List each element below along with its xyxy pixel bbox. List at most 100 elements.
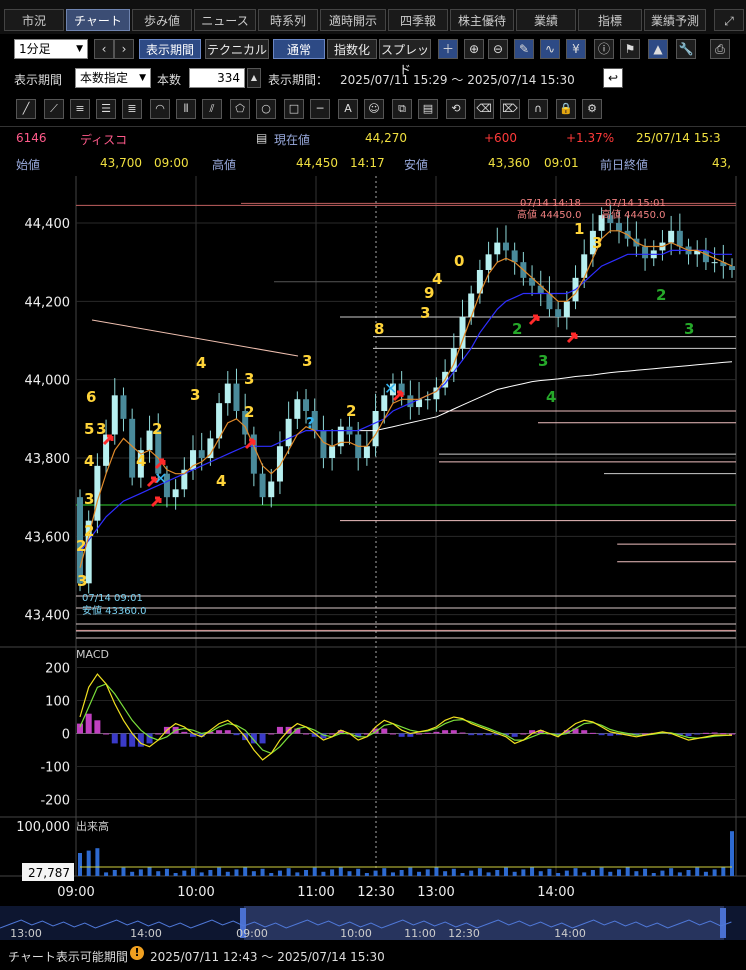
paste-tool-icon[interactable]: ▤ bbox=[418, 99, 438, 119]
expand-icon[interactable]: ⤢ bbox=[714, 9, 744, 31]
signal-number: 3 bbox=[302, 352, 312, 370]
text-tool-icon[interactable]: A bbox=[338, 99, 358, 119]
price-tick-label: 44,400 bbox=[25, 217, 71, 232]
signal-number: 4 bbox=[216, 472, 226, 490]
volume-bar bbox=[573, 868, 578, 876]
prev-arrow-icon[interactable]: ‹ bbox=[94, 39, 114, 59]
info-icon[interactable]: ⓘ bbox=[594, 39, 614, 59]
magnet-tool-icon[interactable]: ∩ bbox=[528, 99, 548, 119]
macd-tick-label: -200 bbox=[40, 794, 70, 809]
signal-number: 2 bbox=[84, 522, 94, 540]
tab-earnings[interactable]: 業績 bbox=[516, 9, 576, 31]
volume-bar bbox=[590, 870, 595, 876]
overview-time-label: 13:00 bbox=[10, 927, 42, 940]
tab-chart[interactable]: チャート bbox=[66, 9, 130, 31]
normal-button[interactable]: 通常 bbox=[273, 39, 325, 59]
macd-hist-bar bbox=[442, 730, 449, 734]
fan-tool-icon[interactable]: ◠ bbox=[150, 99, 170, 119]
redraw-tool-icon[interactable]: ⟲ bbox=[446, 99, 466, 119]
volume-bar bbox=[521, 869, 526, 876]
candle-body bbox=[459, 317, 466, 349]
volume-bar bbox=[373, 870, 378, 876]
line-chart-icon[interactable]: ∿ bbox=[540, 39, 560, 59]
overview-time-label: 14:00 bbox=[130, 927, 162, 940]
fibonacci-tool-icon[interactable]: ≣ bbox=[122, 99, 142, 119]
hlines-tool-icon[interactable]: ≡ bbox=[70, 99, 90, 119]
erase-all-icon[interactable]: ⌦ bbox=[500, 99, 520, 119]
icon-tool-icon[interactable]: ☺ bbox=[364, 99, 384, 119]
volume-bar bbox=[417, 871, 422, 876]
macd-hist-bar bbox=[276, 726, 283, 734]
copy-tool-icon[interactable]: ⧉ bbox=[392, 99, 412, 119]
tab-forecast[interactable]: 業績予測 bbox=[644, 9, 706, 31]
eraser-tool-icon[interactable]: ⌫ bbox=[474, 99, 494, 119]
volume-bar bbox=[356, 868, 361, 876]
macd-hist-bar bbox=[259, 733, 266, 744]
volume-bar bbox=[138, 869, 143, 876]
line-tool-icon[interactable]: ╱ bbox=[16, 99, 36, 119]
zoom-in-icon[interactable]: ⊕ bbox=[464, 39, 484, 59]
my-settings-icon[interactable]: ⚑ bbox=[620, 39, 640, 59]
volume-bar bbox=[616, 869, 621, 876]
chart-canvas[interactable]: 43,40043,60043,80044,00044,20044,400 322… bbox=[0, 176, 746, 970]
spread-button[interactable]: スプレッド bbox=[379, 39, 431, 77]
volume-bar bbox=[434, 867, 439, 876]
channel-tool-icon[interactable]: ☰ bbox=[96, 99, 116, 119]
settings-tool-icon[interactable]: ⚙ bbox=[582, 99, 602, 119]
tab-timeseries[interactable]: 時系列 bbox=[258, 9, 318, 31]
volume-bar bbox=[312, 867, 317, 876]
interval-select[interactable]: 1分足 ▼ bbox=[14, 39, 88, 59]
rect-tool-icon[interactable]: □ bbox=[284, 99, 304, 119]
period-mode-select[interactable]: 本数指定 ▼ bbox=[75, 68, 151, 88]
tab-indicators[interactable]: 指標 bbox=[578, 9, 642, 31]
range-value: 2025/07/11 15:29 〜 2025/07/14 15:30 bbox=[340, 73, 575, 87]
stock-code: 6146 bbox=[16, 131, 47, 145]
vlines-tool-icon[interactable]: ⦀ bbox=[176, 99, 196, 119]
volume-bar bbox=[712, 869, 717, 876]
time-tick-label: 11:00 bbox=[297, 885, 334, 900]
signal-number: 3 bbox=[96, 420, 106, 438]
macd-hist-bar bbox=[424, 732, 431, 734]
tab-shikiho[interactable]: 四季報 bbox=[388, 9, 448, 31]
signal-number: 3 bbox=[84, 490, 94, 508]
warning-icon: ! bbox=[130, 946, 144, 960]
circle-tool-icon[interactable]: ○ bbox=[256, 99, 276, 119]
lock-tool-icon[interactable]: 🔒 bbox=[556, 99, 576, 119]
time-tick-label: 14:00 bbox=[537, 885, 574, 900]
index-button[interactable]: 指数化 bbox=[327, 39, 377, 59]
volume-bar bbox=[95, 848, 100, 876]
tab-yutai[interactable]: 株主優待 bbox=[450, 9, 514, 31]
yen-icon[interactable]: ¥ bbox=[566, 39, 586, 59]
tab-market[interactable]: 市況 bbox=[4, 9, 64, 31]
count-input[interactable]: 334 bbox=[189, 68, 245, 88]
period-label: 表示期間 bbox=[14, 73, 63, 87]
candle-body bbox=[407, 395, 414, 408]
add-icon[interactable]: ＋ bbox=[438, 39, 458, 59]
candle-body bbox=[494, 242, 501, 255]
period-button[interactable]: 表示期間 bbox=[139, 39, 201, 59]
reset-icon[interactable]: ↩ bbox=[603, 68, 623, 88]
print-icon[interactable]: ⎙ bbox=[710, 39, 730, 59]
gann-tool-icon[interactable]: ⫽ bbox=[202, 99, 222, 119]
low-time: 09:01 bbox=[544, 156, 579, 170]
candle-body bbox=[329, 446, 336, 458]
tab-tick[interactable]: 歩み値 bbox=[132, 9, 192, 31]
overview-navigator[interactable]: 13:00 14:00 09:00 10:00 11:00 12:30 14:00 bbox=[0, 906, 746, 940]
count-stepper-icon[interactable]: ▲ bbox=[247, 68, 261, 88]
technical-button[interactable]: テクニカル bbox=[205, 39, 269, 59]
signal-number: 2 bbox=[656, 286, 666, 304]
volume-bar bbox=[538, 871, 543, 876]
tab-disclosure[interactable]: 適時開示 bbox=[320, 9, 386, 31]
pentagon-tool-icon[interactable]: ⬠ bbox=[230, 99, 250, 119]
macd-hist-bar bbox=[181, 731, 188, 734]
candle-body bbox=[198, 450, 205, 458]
zoom-out-icon[interactable]: ⊖ bbox=[488, 39, 508, 59]
pencil-icon[interactable]: ✎ bbox=[514, 39, 534, 59]
tab-news[interactable]: ニュース bbox=[194, 9, 256, 31]
wrench-icon[interactable]: 🔧 bbox=[676, 39, 696, 59]
hline-tool-icon[interactable]: ─ bbox=[310, 99, 330, 119]
area-chart-icon[interactable]: ▲ bbox=[648, 39, 668, 59]
macd-hist-bar bbox=[389, 733, 396, 735]
ruler-tool-icon[interactable]: ⟋ bbox=[44, 99, 64, 119]
next-arrow-icon[interactable]: › bbox=[114, 39, 134, 59]
